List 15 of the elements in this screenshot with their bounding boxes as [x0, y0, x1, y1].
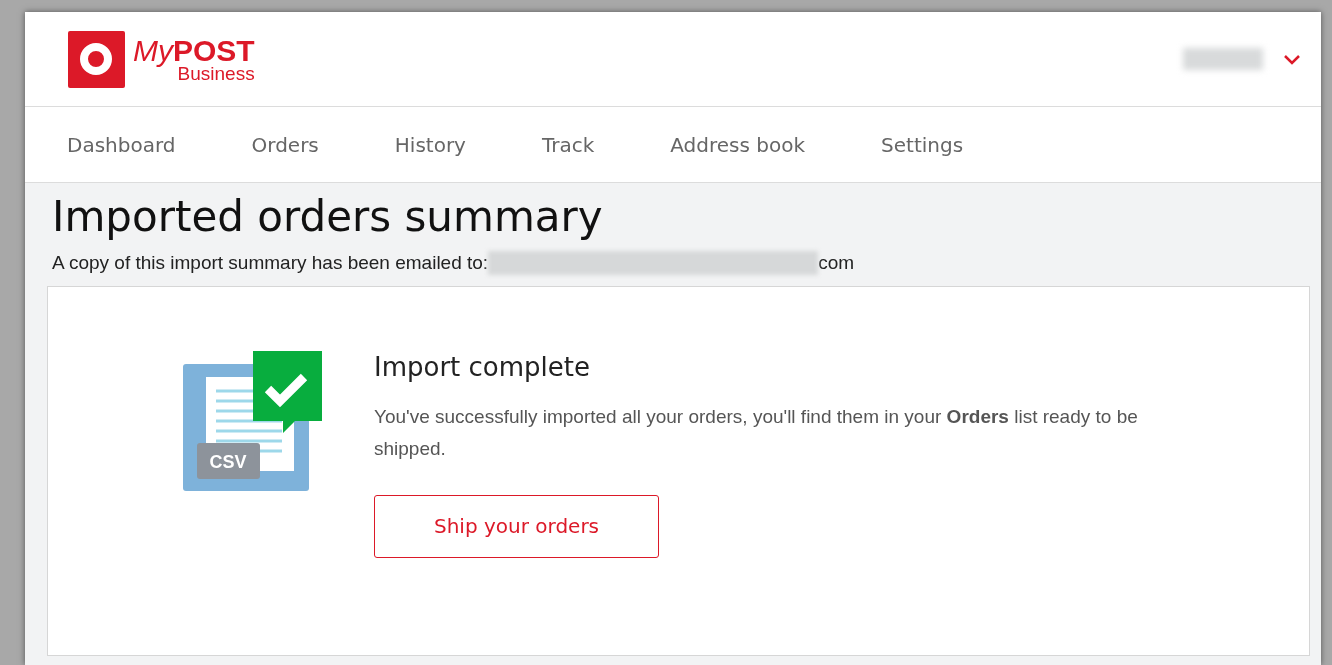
result-message: You've successfully imported all your orders, you'll find them in your Orders list ready to be shipped.	[374, 404, 1139, 461]
email-suffix: com	[818, 251, 855, 275]
nav-tab[interactable]: Settings	[881, 129, 964, 160]
nav-tab[interactable]: Track	[541, 129, 595, 160]
nav-tab[interactable]: Dashboard	[67, 129, 176, 160]
nav-tab[interactable]: Address book	[670, 129, 806, 160]
logo-subtext: Business	[177, 63, 255, 83]
chevron-down-icon[interactable]	[1283, 53, 1301, 65]
nav-tab[interactable]: Orders	[251, 129, 319, 160]
result-heading: Import complete	[374, 350, 591, 383]
email-note: A copy of this import summary has been emailed to:	[52, 251, 489, 275]
nav-tab[interactable]: History	[394, 129, 466, 160]
ship-orders-button[interactable]: Ship your orders	[374, 494, 659, 558]
page-title: Imported orders summary	[52, 191, 604, 243]
logo-text: My	[133, 35, 173, 66]
